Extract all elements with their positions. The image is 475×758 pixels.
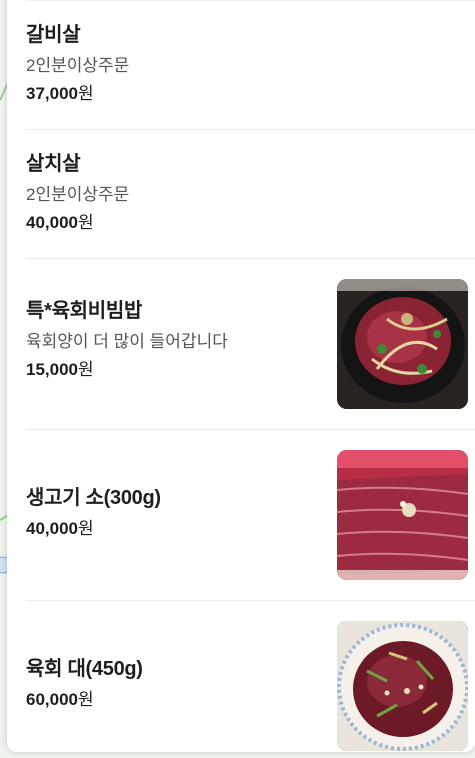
price-value: 15,000	[26, 360, 78, 379]
menu-item-yukhoe-bibimbap[interactable]: 특*육회비빔밥 육회양이 더 많이 들어갑니다 15,000원	[26, 258, 475, 429]
menu-item-price: 60,000원	[26, 689, 143, 711]
menu-item-raw-beef-small[interactable]: 생고기 소(300g) 40,000원	[26, 429, 475, 600]
price-currency: 원	[78, 84, 94, 103]
menu-item-description: 2인분이상주문	[26, 185, 130, 204]
menu-item-name: 갈비살	[26, 24, 81, 46]
raw-beef-photo[interactable]	[337, 450, 468, 580]
price-currency: 원	[78, 213, 94, 232]
menu-item-description: 2인분이상주문	[26, 56, 130, 75]
menu-list: 갈비살 2인분이상주문 37,000원 살치살 2인분이상주문 40,000원 …	[7, 0, 475, 752]
menu-item-info: 생고기 소(300g) 40,000원	[26, 486, 161, 540]
menu-item-name: 특*육회비빔밥	[26, 300, 143, 322]
menu-item-name: 육회 대(450g)	[26, 658, 143, 680]
price-currency: 원	[78, 519, 94, 538]
menu-item-info: 육회 대(450g) 60,000원	[26, 657, 143, 711]
menu-item-name: 살치살	[26, 153, 81, 175]
menu-item-galbisal[interactable]: 갈비살 2인분이상주문 37,000원	[26, 0, 475, 129]
menu-item-price: 40,000원	[26, 518, 161, 540]
price-value: 40,000	[26, 213, 78, 232]
price-currency: 원	[78, 360, 94, 379]
menu-panel: 갈비살 2인분이상주문 37,000원 살치살 2인분이상주문 40,000원 …	[7, 0, 475, 752]
menu-item-info: 갈비살 2인분이상주문 37,000원	[26, 23, 129, 105]
price-currency: 원	[78, 690, 94, 709]
menu-item-description: 육회양이 더 많이 들어갑니다	[26, 332, 228, 351]
yukhoe-photo[interactable]	[337, 621, 468, 751]
price-value: 40,000	[26, 519, 78, 538]
menu-item-info: 특*육회비빔밥 육회양이 더 많이 들어갑니다 15,000원	[26, 299, 228, 381]
menu-item-price: 37,000원	[26, 83, 129, 105]
price-value: 60,000	[26, 690, 78, 709]
bibimbap-photo[interactable]	[337, 279, 468, 409]
menu-item-info: 살치살 2인분이상주문 40,000원	[26, 152, 129, 234]
menu-item-price: 40,000원	[26, 212, 129, 234]
menu-item-yukhoe-large[interactable]: 육회 대(450g) 60,000원	[26, 600, 475, 752]
menu-item-name: 생고기 소(300g)	[26, 487, 161, 509]
menu-item-price: 15,000원	[26, 359, 228, 381]
price-value: 37,000	[26, 84, 78, 103]
menu-item-salchisal[interactable]: 살치살 2인분이상주문 40,000원	[26, 129, 475, 258]
